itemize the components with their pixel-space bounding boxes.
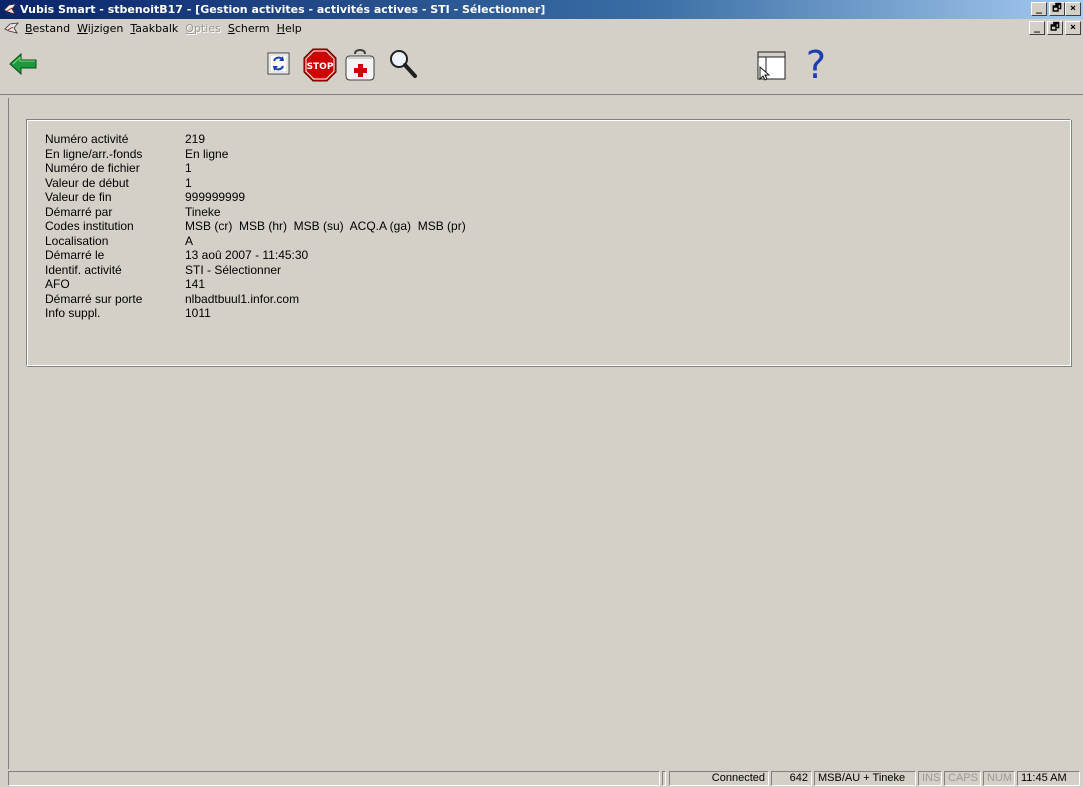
- content-area: Numéro activité 219 En ligne/arr.-fonds En …: [8, 98, 1082, 770]
- menu-bar: Bestand Wijzigen Taakbalk Opties Scherm Help …: [0, 19, 1083, 38]
- field-value: 141: [185, 277, 206, 291]
- window-layout-icon[interactable]: [756, 50, 788, 82]
- stop-icon[interactable]: STOP: [303, 48, 337, 82]
- menu-item-bestand[interactable]: Bestand: [25, 22, 70, 35]
- menu-item-help[interactable]: Help: [277, 22, 302, 35]
- field-label: En ligne/arr.-fonds: [45, 146, 143, 161]
- menu-item-wijzigen[interactable]: Wijzigen: [77, 22, 123, 35]
- field-value: nlbadtbuul1.infor.com: [185, 291, 300, 306]
- field-label: Localisation: [45, 233, 109, 248]
- menu-item-taakbalk[interactable]: Taakbalk: [130, 22, 178, 35]
- menu-label: cherm: [234, 22, 270, 35]
- back-arrow-icon[interactable]: [8, 52, 38, 76]
- search-icon[interactable]: [388, 48, 418, 80]
- connection-status: Connected: [669, 771, 769, 786]
- application-window: Vubis Smart - stbenoitB17 - [Gestion act…: [0, 0, 1083, 787]
- field-label: Valeur de fin: [45, 190, 112, 204]
- window-title: Vubis Smart - stbenoitB17 - [Gestion act…: [20, 3, 546, 16]
- field-label: Valeur de début: [45, 175, 129, 190]
- menu-label: aakbalk: [135, 22, 179, 35]
- field-value: STI - Sélectionner: [185, 262, 282, 277]
- first-aid-icon[interactable]: [344, 48, 376, 82]
- num-indicator: NUM: [983, 771, 1015, 786]
- menu-accelerator: O: [185, 22, 194, 35]
- ins-indicator: INS: [918, 771, 942, 786]
- document-menu-icon[interactable]: [4, 22, 20, 35]
- refresh-icon[interactable]: [267, 51, 291, 77]
- menu-item-scherm[interactable]: Scherm: [228, 22, 270, 35]
- field-label: Codes institution: [45, 219, 134, 233]
- close-button[interactable]: ×: [1065, 2, 1081, 16]
- restore-button[interactable]: 🗗: [1049, 2, 1065, 16]
- field-label: Numéro de fichier: [45, 161, 140, 175]
- menu-accelerator: S: [227, 22, 235, 35]
- caps-indicator: CAPS: [944, 771, 981, 786]
- field-label: Numéro activité: [45, 132, 129, 146]
- app-logo-icon: [3, 3, 17, 15]
- minimize-button[interactable]: _: [1031, 2, 1047, 16]
- field-value: 1011: [185, 306, 211, 320]
- field-label: Démarré le: [45, 248, 105, 262]
- field-label: Identif. activité: [45, 262, 122, 277]
- toolbar: STOP ?: [0, 38, 1083, 95]
- clock: 11:45 AM: [1017, 771, 1080, 786]
- mdi-minimize-button[interactable]: _: [1029, 21, 1045, 35]
- menu-label: ijzigen: [87, 22, 124, 35]
- mdi-close-button[interactable]: ×: [1065, 21, 1081, 35]
- help-icon-glyph: ?: [806, 44, 826, 84]
- user-status: MSB/AU + Tineke: [814, 771, 916, 786]
- menu-label: pties: [193, 22, 221, 35]
- field-label: Démarré par: [45, 204, 113, 219]
- field-value: 13 aoû 2007 - 11:45:30: [185, 248, 309, 262]
- status-separator: [662, 771, 666, 786]
- field-value: A: [185, 233, 194, 248]
- field-value: 1: [185, 175, 192, 190]
- menu-label: elp: [284, 22, 302, 35]
- status-message-panel: [8, 771, 660, 786]
- menu-item-opties: Opties: [185, 22, 221, 35]
- menu-accelerator: W: [77, 22, 88, 35]
- record-count: 642: [771, 771, 812, 786]
- status-bar: Connected 642 MSB/AU + Tineke INS CAPS N…: [0, 769, 1083, 787]
- title-bar[interactable]: Vubis Smart - stbenoitB17 - [Gestion act…: [0, 0, 1083, 19]
- help-icon[interactable]: ?: [802, 44, 830, 84]
- menu-accelerator: B: [25, 22, 33, 35]
- field-label: AFO: [45, 277, 70, 291]
- menu-accelerator: H: [276, 22, 285, 35]
- activity-details-panel: Numéro activité 219 En ligne/arr.-fonds En …: [26, 119, 1071, 366]
- field-value: 1: [185, 161, 192, 175]
- field-value: 999999999: [185, 190, 246, 204]
- field-label: Info suppl.: [45, 306, 101, 320]
- menu-label: estand: [32, 22, 71, 35]
- mdi-restore-button[interactable]: 🗗: [1047, 21, 1063, 35]
- stop-icon-label: STOP: [307, 62, 334, 72]
- field-label: Démarré sur porte: [45, 291, 143, 306]
- field-value: 219: [185, 132, 206, 146]
- field-value: Tineke: [185, 204, 221, 219]
- field-value: En ligne: [185, 146, 229, 161]
- field-value: MSB (cr) MSB (hr) MSB (su) ACQ.A (ga) MS…: [185, 219, 466, 233]
